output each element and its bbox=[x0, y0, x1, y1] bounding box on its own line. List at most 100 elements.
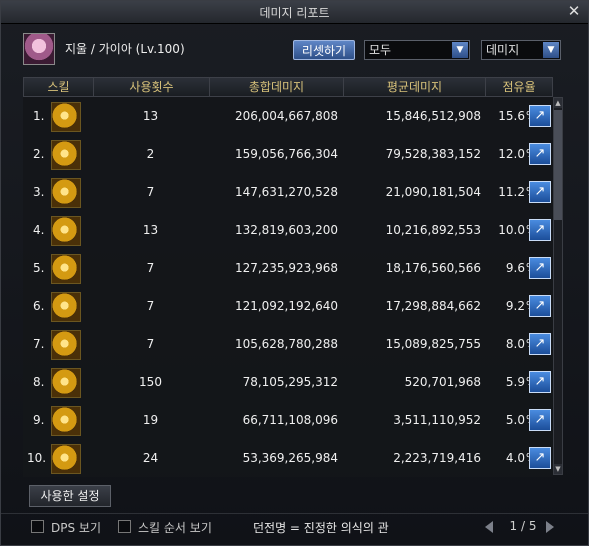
row-avg-damage: 2,223,719,416 bbox=[393, 451, 481, 465]
row-uses: 24 bbox=[142, 451, 159, 465]
share-icon[interactable]: ↗ bbox=[529, 333, 551, 355]
table-row: 10. 24 53,369,265,984 2,223,719,416 4.0 … bbox=[23, 439, 553, 477]
share-icon[interactable]: ↗ bbox=[529, 181, 551, 203]
scroll-down-icon[interactable]: ▼ bbox=[554, 464, 562, 474]
share-icon[interactable]: ↗ bbox=[529, 447, 551, 469]
dps-view-checkbox[interactable] bbox=[31, 520, 44, 533]
row-rank: 4. bbox=[33, 223, 45, 237]
row-rank: 1. bbox=[33, 109, 45, 123]
row-share: 12.0 bbox=[498, 147, 525, 161]
table-row: 3. 7 147,631,270,528 21,090,181,504 11.2… bbox=[23, 173, 553, 211]
share-icon[interactable]: ↗ bbox=[529, 105, 551, 127]
dungeon-name: 던전명 = 진정한 의식의 관 bbox=[253, 521, 389, 535]
row-avg-damage: 21,090,181,504 bbox=[385, 185, 481, 199]
row-avg-damage: 10,216,892,553 bbox=[385, 223, 481, 237]
row-avg-damage: 17,298,884,662 bbox=[385, 299, 481, 313]
row-avg-damage: 3,511,110,952 bbox=[393, 413, 481, 427]
row-share: 15.6 bbox=[498, 109, 525, 123]
row-avg-damage: 18,176,560,566 bbox=[385, 261, 481, 275]
column-header-total: 총합데미지 bbox=[210, 78, 344, 96]
row-avg-damage: 520,701,968 bbox=[404, 375, 481, 389]
row-total-damage: 147,631,270,528 bbox=[234, 185, 338, 199]
table-row: 6. 7 121,092,192,640 17,298,884,662 9.2 … bbox=[23, 287, 553, 325]
row-rank: 9. bbox=[33, 413, 45, 427]
skill-damage-table: 스킬 사용횟수 총합데미지 평균데미지 점유율 1. 13 206,004,66… bbox=[23, 77, 553, 477]
table-header: 스킬 사용횟수 총합데미지 평균데미지 점유율 bbox=[23, 77, 553, 97]
scrollbar-thumb[interactable] bbox=[554, 110, 562, 220]
row-total-damage: 206,004,667,808 bbox=[234, 109, 338, 123]
skill-icon bbox=[51, 444, 81, 474]
row-rank: 5. bbox=[33, 261, 45, 275]
row-avg-damage: 15,089,825,755 bbox=[385, 337, 481, 351]
share-icon[interactable]: ↗ bbox=[529, 219, 551, 241]
row-uses: 19 bbox=[142, 413, 159, 427]
skill-icon bbox=[51, 102, 81, 132]
row-share: 9.6 bbox=[505, 261, 525, 275]
filter-select[interactable]: 모두 ▼ bbox=[364, 40, 470, 60]
row-uses: 7 bbox=[146, 299, 155, 313]
row-rank: 6. bbox=[33, 299, 45, 313]
skill-icon bbox=[51, 406, 81, 436]
column-header-avg: 평균데미지 bbox=[344, 78, 486, 96]
table-row: 2. 2 159,056,766,304 79,528,383,152 12.0… bbox=[23, 135, 553, 173]
page-indicator: 1 / 5 bbox=[509, 519, 537, 533]
row-uses: 7 bbox=[146, 185, 155, 199]
tab-used-settings[interactable]: 사용한 설정 bbox=[29, 485, 111, 507]
skill-icon bbox=[51, 178, 81, 208]
next-page-icon[interactable] bbox=[546, 521, 554, 533]
row-total-damage: 159,056,766,304 bbox=[234, 147, 338, 161]
row-uses: 13 bbox=[142, 109, 159, 123]
share-icon[interactable]: ↗ bbox=[529, 409, 551, 431]
table-row: 8. 150 78,105,295,312 520,701,968 5.9 % … bbox=[23, 363, 553, 401]
skill-icon bbox=[51, 216, 81, 246]
avatar bbox=[23, 33, 55, 65]
row-total-damage: 78,105,295,312 bbox=[242, 375, 338, 389]
row-rank: 10. bbox=[27, 451, 47, 465]
row-total-damage: 132,819,603,200 bbox=[234, 223, 338, 237]
skill-icon bbox=[51, 254, 81, 284]
row-avg-damage: 79,528,383,152 bbox=[385, 147, 481, 161]
skill-icon bbox=[51, 330, 81, 360]
row-rank: 7. bbox=[33, 337, 45, 351]
table-row: 7. 7 105,628,780,288 15,089,825,755 8.0 … bbox=[23, 325, 553, 363]
skill-icon bbox=[51, 292, 81, 322]
row-uses: 7 bbox=[146, 337, 155, 351]
skill-icon bbox=[51, 140, 81, 170]
damage-type-select[interactable]: 데미지 ▼ bbox=[481, 40, 561, 60]
column-header-share: 점유율 bbox=[502, 80, 536, 94]
table-row: 9. 19 66,711,108,096 3,511,110,952 5.0 %… bbox=[23, 401, 553, 439]
chevron-down-icon[interactable]: ▼ bbox=[543, 42, 559, 58]
share-icon[interactable]: ↗ bbox=[529, 295, 551, 317]
table-scrollbar[interactable]: ▲ ▼ bbox=[553, 97, 563, 475]
share-icon[interactable]: ↗ bbox=[529, 143, 551, 165]
window-title: 데미지 리포트 bbox=[259, 6, 330, 20]
dps-view-label: DPS 보기 bbox=[51, 521, 101, 535]
row-share: 5.9 bbox=[505, 375, 525, 389]
title-bar[interactable]: 데미지 리포트 ✕ bbox=[1, 1, 588, 24]
skill-order-label: 스킬 순서 보기 bbox=[138, 521, 212, 535]
damage-report-window: 데미지 리포트 ✕ 지울 / 가이아 (Lv.100) 리셋하기 모두 ▼ 데미… bbox=[0, 0, 589, 546]
reset-button[interactable]: 리셋하기 bbox=[293, 40, 355, 60]
row-total-damage: 121,092,192,640 bbox=[234, 299, 338, 313]
row-total-damage: 53,369,265,984 bbox=[242, 451, 338, 465]
scroll-up-icon[interactable]: ▲ bbox=[554, 98, 562, 108]
close-icon[interactable]: ✕ bbox=[566, 3, 582, 19]
row-total-damage: 127,235,923,968 bbox=[234, 261, 338, 275]
share-icon[interactable]: ↗ bbox=[529, 371, 551, 393]
column-header-skill: 스킬 bbox=[24, 78, 94, 96]
row-rank: 2. bbox=[33, 147, 45, 161]
damage-type-value: 데미지 bbox=[486, 43, 520, 57]
table-row: 4. 13 132,819,603,200 10,216,892,553 10.… bbox=[23, 211, 553, 249]
table-row: 1. 13 206,004,667,808 15,846,512,908 15.… bbox=[23, 97, 553, 135]
prev-page-icon[interactable] bbox=[485, 521, 493, 533]
row-rank: 8. bbox=[33, 375, 45, 389]
share-icon[interactable]: ↗ bbox=[529, 257, 551, 279]
row-rank: 3. bbox=[33, 185, 45, 199]
row-share: 5.0 bbox=[505, 413, 525, 427]
row-share: 11.2 bbox=[498, 185, 525, 199]
chevron-down-icon[interactable]: ▼ bbox=[452, 42, 468, 58]
row-uses: 7 bbox=[146, 261, 155, 275]
row-share: 9.2 bbox=[505, 299, 525, 313]
skill-order-checkbox[interactable] bbox=[118, 520, 131, 533]
row-share: 4.0 bbox=[505, 451, 525, 465]
